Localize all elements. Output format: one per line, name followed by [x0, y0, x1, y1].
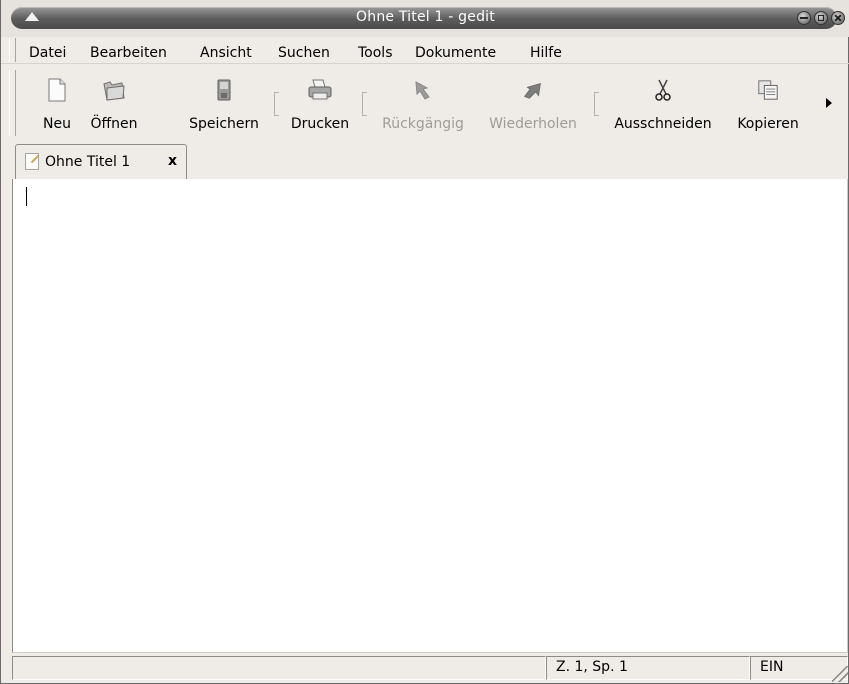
copy-icon: [758, 80, 778, 100]
window-title: Ohne Titel 1 - gedit: [356, 9, 495, 25]
cut-button[interactable]: Ausschneiden: [604, 66, 722, 136]
menu-ansicht[interactable]: Ansicht: [200, 45, 252, 61]
toolbar-separator: [362, 92, 367, 116]
printer-icon: [308, 79, 332, 100]
maximize-button[interactable]: [814, 11, 828, 25]
scissors-icon: [655, 79, 671, 101]
save-icon: [217, 79, 231, 101]
redo-button[interactable]: Wiederholen: [480, 66, 586, 136]
open-folder-icon: [103, 81, 125, 101]
print-label: Drucken: [290, 116, 350, 132]
toolbar-separator: [274, 92, 279, 116]
open-button[interactable]: Öffnen: [81, 66, 147, 136]
copy-label: Kopieren: [737, 116, 799, 132]
status-message: [12, 656, 546, 680]
maximize-icon: [818, 15, 824, 21]
open-label: Öffnen: [90, 116, 138, 132]
close-window-button[interactable]: [831, 11, 845, 25]
menu-bearbeiten[interactable]: Bearbeiten: [90, 45, 167, 61]
redo-label: Wiederholen: [489, 116, 577, 132]
new-document-icon: [48, 78, 66, 102]
copy-button[interactable]: Kopieren: [729, 66, 807, 136]
toolbar-overflow-icon[interactable]: [826, 98, 832, 108]
undo-label: Rückgängig: [382, 116, 464, 132]
new-button[interactable]: Neu: [37, 66, 77, 136]
cursor-position: Z. 1, Sp. 1: [546, 656, 750, 680]
menu-hilfe[interactable]: Hilfe: [530, 45, 562, 61]
undo-button[interactable]: Rückgängig: [373, 66, 473, 136]
toolbar: Neu Öffnen Speichern Drucken Rückgängig …: [1, 63, 849, 164]
menu-suchen[interactable]: Suchen: [278, 45, 330, 61]
undo-icon: [415, 81, 430, 100]
toolbar-grip[interactable]: [9, 70, 16, 136]
cut-label: Ausschneiden: [614, 116, 712, 132]
menu-dokumente[interactable]: Dokumente: [415, 45, 496, 61]
text-editor-area[interactable]: [12, 179, 848, 653]
toolbar-separator: [594, 92, 599, 116]
text-document-icon: [25, 153, 39, 170]
status-bar: Z. 1, Sp. 1 EIN: [12, 656, 848, 682]
title-bar[interactable]: Ohne Titel 1 - gedit: [1, 0, 849, 37]
tab-label: Ohne Titel 1: [45, 154, 131, 170]
save-label: Speichern: [189, 116, 259, 132]
menu-datei[interactable]: Datei: [29, 45, 66, 61]
redo-icon: [524, 82, 541, 99]
document-tabs: Ohne Titel 1 x: [12, 141, 848, 180]
minimize-icon: [800, 17, 808, 19]
print-button[interactable]: Drucken: [283, 66, 357, 136]
tab-ohne-titel-1[interactable]: Ohne Titel 1 x: [15, 144, 187, 179]
resize-grip-icon[interactable]: [832, 666, 848, 682]
tab-close-button[interactable]: x: [168, 153, 177, 169]
save-button[interactable]: Speichern: [181, 66, 267, 136]
new-label: Neu: [43, 116, 71, 132]
text-cursor: [26, 187, 27, 206]
menu-bar: Datei Bearbeiten Ansicht Suchen Tools Do…: [15, 37, 849, 63]
minimize-button[interactable]: [797, 11, 811, 25]
menu-tools[interactable]: Tools: [358, 45, 393, 61]
gedit-window: Ohne Titel 1 - gedit Datei Bearbeiten An…: [0, 0, 849, 684]
